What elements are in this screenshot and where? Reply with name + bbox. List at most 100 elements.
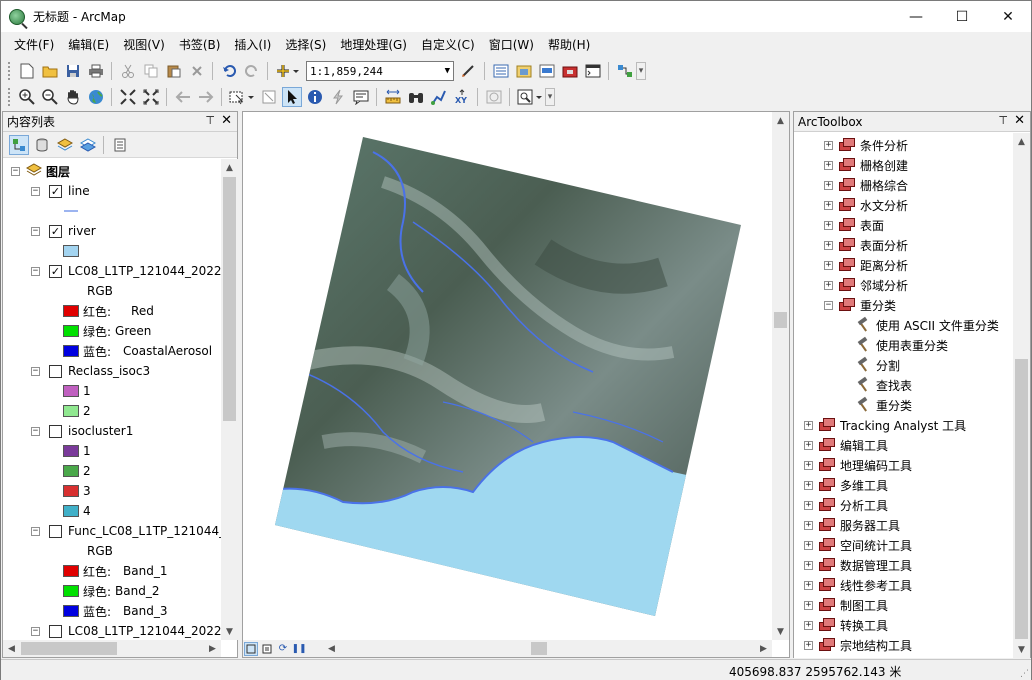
layer-visibility-checkbox[interactable]: ✓ <box>49 184 62 198</box>
layer-row-lc08[interactable]: − ✓ LC08_L1TP_121044_202204 <box>31 261 221 281</box>
full-extent-globe-icon[interactable] <box>86 87 106 107</box>
menu-help[interactable]: 帮助(H) <box>541 34 597 56</box>
expand-icon[interactable]: + <box>804 420 813 430</box>
layer-row-reclass[interactable]: − Reclass_isoc3 <box>31 361 150 381</box>
viewer-window-icon[interactable] <box>516 87 544 107</box>
scroll-down-icon[interactable]: ▼ <box>221 623 238 640</box>
list-by-drawing-order-icon[interactable] <box>8 134 29 155</box>
tool-item[interactable]: 使用 ASCII 文件重分类 <box>856 315 999 335</box>
find-route-icon[interactable] <box>429 87 449 107</box>
save-icon[interactable] <box>63 61 83 81</box>
collapse-icon[interactable]: − <box>31 626 40 636</box>
new-document-icon[interactable] <box>17 61 37 81</box>
editor-toolbar-icon[interactable] <box>459 61 479 81</box>
resize-grip-icon[interactable]: ⋰ <box>1020 669 1029 679</box>
scroll-right-icon[interactable]: ▶ <box>755 640 772 657</box>
toolbox-item[interactable]: + 制图工具 <box>804 595 888 615</box>
catalog-window-icon[interactable] <box>514 61 534 81</box>
undo-icon[interactable] <box>219 61 239 81</box>
paste-icon[interactable] <box>164 61 184 81</box>
collapse-icon[interactable]: − <box>31 426 40 436</box>
html-popup-icon[interactable] <box>351 87 371 107</box>
scroll-thumb[interactable] <box>21 642 117 655</box>
scroll-right-icon[interactable]: ▶ <box>204 640 221 657</box>
toolset-item[interactable]: + 表面分析 <box>824 235 908 255</box>
expand-icon[interactable]: + <box>804 480 813 490</box>
layer-visibility-checkbox[interactable]: ✓ <box>49 264 62 278</box>
tool-item[interactable]: 分割 <box>856 355 900 375</box>
tool-item[interactable]: 查找表 <box>856 375 912 395</box>
tool-item[interactable]: 使用表重分类 <box>856 335 948 355</box>
layer-row-line[interactable]: − ✓ line <box>31 181 90 201</box>
toolset-item[interactable]: + 栅格创建 <box>824 155 908 175</box>
arctoolbox-vertical-scrollbar[interactable]: ▲ ▼ <box>1013 133 1030 658</box>
toolbox-item[interactable]: + 线性参考工具 <box>804 575 912 595</box>
collapse-icon[interactable]: − <box>31 226 40 236</box>
band-row[interactable]: 红色: Band_1 <box>63 561 168 581</box>
pin-icon[interactable]: ⊤ <box>998 114 1008 127</box>
refresh-icon[interactable]: ⟳ <box>276 642 290 656</box>
menu-file[interactable]: 文件(F) <box>7 34 61 56</box>
toolbar-options-icon[interactable]: ▾ <box>545 88 555 106</box>
menu-windows[interactable]: 窗口(W) <box>482 34 541 56</box>
add-data-icon[interactable] <box>274 61 302 81</box>
clear-selection-icon[interactable] <box>259 87 279 107</box>
modelbuilder-icon[interactable] <box>615 61 635 81</box>
layout-view-icon[interactable] <box>244 641 258 656</box>
scroll-up-icon[interactable]: ▲ <box>221 159 238 176</box>
select-elements-arrow-icon[interactable] <box>281 87 302 107</box>
expand-icon[interactable]: + <box>824 200 833 210</box>
scroll-left-icon[interactable]: ◀ <box>3 640 20 657</box>
layer-visibility-checkbox[interactable] <box>49 424 62 438</box>
back-arrow-icon[interactable] <box>173 87 193 107</box>
close-icon[interactable]: ✕ <box>221 113 232 128</box>
pause-drawing-icon[interactable]: ❚❚ <box>291 642 306 656</box>
expand-icon[interactable]: + <box>804 580 813 590</box>
layer-row-lc08-second[interactable]: − LC08_L1TP_121044_202204 <box>31 621 221 640</box>
expand-icon[interactable]: + <box>804 600 813 610</box>
expand-icon[interactable]: + <box>824 180 833 190</box>
toolbar-grip[interactable] <box>8 88 12 106</box>
toolbox-item[interactable]: + 多维工具 <box>804 475 888 495</box>
class-row[interactable]: 1 <box>63 441 91 461</box>
expand-icon[interactable]: + <box>824 160 833 170</box>
expand-icon[interactable]: + <box>804 460 813 470</box>
zoom-in-icon[interactable] <box>17 87 37 107</box>
toolset-item-reclass[interactable]: − 重分类 <box>824 295 896 315</box>
map-vertical-scrollbar[interactable]: ▲ ▼ <box>772 112 789 640</box>
map-horizontal-scrollbar[interactable]: ⟳ ❚❚ ◀ ▶ <box>243 640 772 657</box>
collapse-icon[interactable]: − <box>31 266 40 276</box>
menu-customize[interactable]: 自定义(C) <box>414 34 482 56</box>
expand-icon[interactable]: + <box>804 540 813 550</box>
toolbox-item[interactable]: + 编辑工具 <box>804 435 888 455</box>
menu-selection[interactable]: 选择(S) <box>278 34 333 56</box>
pin-icon[interactable]: ⊤ <box>205 114 215 127</box>
expand-icon[interactable]: + <box>824 280 833 290</box>
layer-visibility-checkbox[interactable] <box>49 364 62 378</box>
satellite-raster-map[interactable] <box>243 112 771 622</box>
toolset-item[interactable]: + 条件分析 <box>824 135 908 155</box>
map-scale-combo[interactable]: 1:1,859,244 ▼ <box>306 61 454 81</box>
redo-icon[interactable] <box>242 61 262 81</box>
layer-row-river[interactable]: − ✓ river <box>31 221 96 241</box>
toolbox-item[interactable]: + 服务器工具 <box>804 515 900 535</box>
band-row[interactable]: 绿色: Green <box>63 321 151 341</box>
maximize-button[interactable]: ☐ <box>939 1 985 32</box>
zoom-out-icon[interactable] <box>40 87 60 107</box>
delete-icon[interactable] <box>187 61 207 81</box>
toolbox-item[interactable]: + 转换工具 <box>804 615 888 635</box>
find-binoculars-icon[interactable] <box>406 87 426 107</box>
layer-visibility-checkbox[interactable]: ✓ <box>49 224 62 238</box>
list-by-source-icon[interactable] <box>32 135 52 155</box>
scroll-up-icon[interactable]: ▲ <box>772 112 789 129</box>
toolbar-grip[interactable] <box>8 62 12 80</box>
band-row[interactable]: 蓝色: CoastalAerosol <box>63 341 212 361</box>
expand-icon[interactable]: + <box>804 560 813 570</box>
identify-icon[interactable] <box>305 87 325 107</box>
collapse-icon[interactable]: − <box>11 166 20 176</box>
open-folder-icon[interactable] <box>40 61 60 81</box>
select-features-icon[interactable] <box>228 87 256 107</box>
band-row[interactable]: 蓝色: Band_3 <box>63 601 168 621</box>
expand-icon[interactable]: + <box>824 260 833 270</box>
expand-icon[interactable]: + <box>804 520 813 530</box>
